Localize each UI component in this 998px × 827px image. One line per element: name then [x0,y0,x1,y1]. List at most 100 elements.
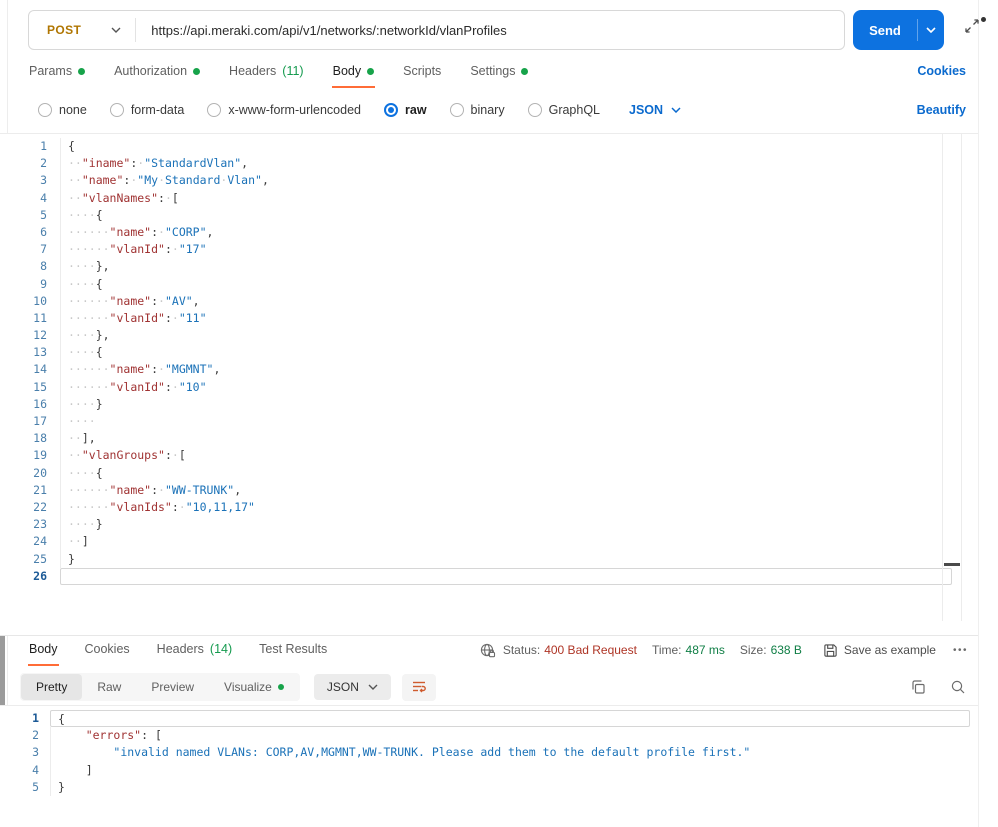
body-type-bar: none form-data x-www-form-urlencoded raw bin… [38,96,966,124]
code-line[interactable]: 20····{ [0,465,978,482]
code-text [60,568,952,585]
tab-count: (14) [210,642,232,656]
radio-form-data[interactable]: form-data [110,103,185,117]
response-language-select[interactable]: JSON [314,674,391,700]
wrap-lines-button[interactable] [402,674,436,701]
radio-none[interactable]: none [38,103,87,117]
code-line[interactable]: 1{ [0,138,978,155]
tab-params[interactable]: Params [28,60,86,88]
line-number: 9 [0,276,60,293]
tab-body[interactable]: Body [332,60,376,88]
code-line[interactable]: 17···· [0,413,978,430]
send-button[interactable]: Send [853,10,944,50]
code-line[interactable]: 12····}, [0,327,978,344]
code-line[interactable]: 24··] [0,533,978,550]
copy-button[interactable] [910,679,926,695]
tab-authorization[interactable]: Authorization [113,60,201,88]
tab-headers[interactable]: Headers(11) [228,60,305,88]
request-body-editor[interactable]: 1{2··"iname":·"StandardVlan",3··"name":·… [0,133,978,636]
code-line[interactable]: 1{ [0,710,978,727]
code-line[interactable]: 11······"vlanId":·"11" [0,310,978,327]
radio-graphql[interactable]: GraphQL [528,103,600,117]
code-line[interactable]: 23····} [0,516,978,533]
code-line[interactable]: 26 [0,568,978,585]
code-line[interactable]: 2 "errors": [ [0,727,978,744]
code-text: "errors": [ [50,727,978,744]
status-label: Status: [503,643,540,657]
code-text: } [60,551,978,568]
view-tab-preview[interactable]: Preview [136,674,209,700]
line-number: 2 [0,727,50,744]
tab-settings[interactable]: Settings [469,60,529,88]
code-line[interactable]: 9····{ [0,276,978,293]
tab-label: Body [333,64,362,78]
code-line[interactable]: 3··"name":·"My·Standard·Vlan", [0,172,978,189]
tab-scripts[interactable]: Scripts [402,60,442,88]
line-number: 19 [0,447,60,464]
radio-label: GraphQL [549,103,600,117]
code-line[interactable]: 3 "invalid named VLANs: CORP,AV,MGMNT,WW… [0,744,978,761]
radio-raw[interactable]: raw [384,103,427,117]
radio-circle-icon [528,103,542,117]
code-line[interactable]: 14······"name":·"MGMNT", [0,361,978,378]
response-tab-headers[interactable]: Headers (14) [156,638,233,666]
code-line[interactable]: 2··"iname":·"StandardVlan", [0,155,978,172]
code-text: ······"vlanIds":·"10,11,17" [60,499,978,516]
search-button[interactable] [950,679,966,695]
radio-circle-icon [110,103,124,117]
line-wrap-icon [411,679,427,695]
line-number: 25 [0,551,60,568]
code-text: "invalid named VLANs: CORP,AV,MGMNT,WW-T… [50,744,978,761]
code-text: } [50,779,978,796]
tab-label: Settings [470,64,515,78]
view-tab-pretty[interactable]: Pretty [21,674,82,700]
beautify-link[interactable]: Beautify [917,103,966,117]
send-options-button[interactable] [918,10,944,50]
tab-label: Headers [229,64,276,78]
code-line[interactable]: 8····}, [0,258,978,275]
response-tab-cookies[interactable]: Cookies [84,638,131,666]
code-line[interactable]: 5} [0,779,978,796]
view-tab-label: Visualize [224,680,272,694]
code-line[interactable]: 4 ] [0,762,978,779]
tab-label: Headers [157,642,204,656]
code-line[interactable]: 10······"name":·"AV", [0,293,978,310]
code-line[interactable]: 25} [0,551,978,568]
cookies-link[interactable]: Cookies [917,60,966,78]
radio-x-www-form-urlencoded[interactable]: x-www-form-urlencoded [207,103,361,117]
view-tab-visualize[interactable]: Visualize [209,674,299,700]
maximize-button[interactable] [964,18,986,40]
response-toolbar: Pretty Raw Preview Visualize JSON [20,672,966,702]
code-line[interactable]: 6······"name":·"CORP", [0,224,978,241]
response-tab-body[interactable]: Body [28,638,59,666]
green-dot-icon [367,68,374,75]
line-number: 14 [0,361,60,378]
floppy-disk-icon [823,643,838,658]
view-tab-label: Raw [97,680,121,694]
code-line[interactable]: 19··"vlanGroups":·[ [0,447,978,464]
view-tab-raw[interactable]: Raw [82,674,136,700]
code-line[interactable]: 5····{ [0,207,978,224]
response-body-editor[interactable]: 1{2 "errors": [3 "invalid named VLANs: C… [0,705,978,827]
code-line[interactable]: 18··], [0,430,978,447]
code-line[interactable]: 13····{ [0,344,978,361]
body-type-options: none form-data x-www-form-urlencoded raw bin… [38,103,600,117]
code-line[interactable]: 22······"vlanIds":·"10,11,17" [0,499,978,516]
method-select[interactable]: POST [29,11,135,49]
save-as-example-button[interactable]: Save as example [823,643,936,658]
code-line[interactable]: 16····} [0,396,978,413]
code-line[interactable]: 21······"name":·"WW-TRUNK", [0,482,978,499]
response-tab-test-results[interactable]: Test Results [258,638,328,666]
url-input[interactable]: https://api.meraki.com/api/v1/networks/:… [151,23,506,38]
radio-circle-icon [38,103,52,117]
code-line[interactable]: 15······"vlanId":·"10" [0,379,978,396]
code-line[interactable]: 7······"vlanId":·"17" [0,241,978,258]
code-line[interactable]: 4··"vlanNames":·[ [0,190,978,207]
language-select[interactable]: JSON [629,103,681,117]
more-options-button[interactable]: ••• [953,645,968,656]
editor-scrollbar-thumb[interactable] [944,563,960,566]
code-text: ······"name":·"AV", [60,293,978,310]
status-value: 400 Bad Request [544,643,637,657]
radio-binary[interactable]: binary [450,103,505,117]
line-number: 15 [0,379,60,396]
